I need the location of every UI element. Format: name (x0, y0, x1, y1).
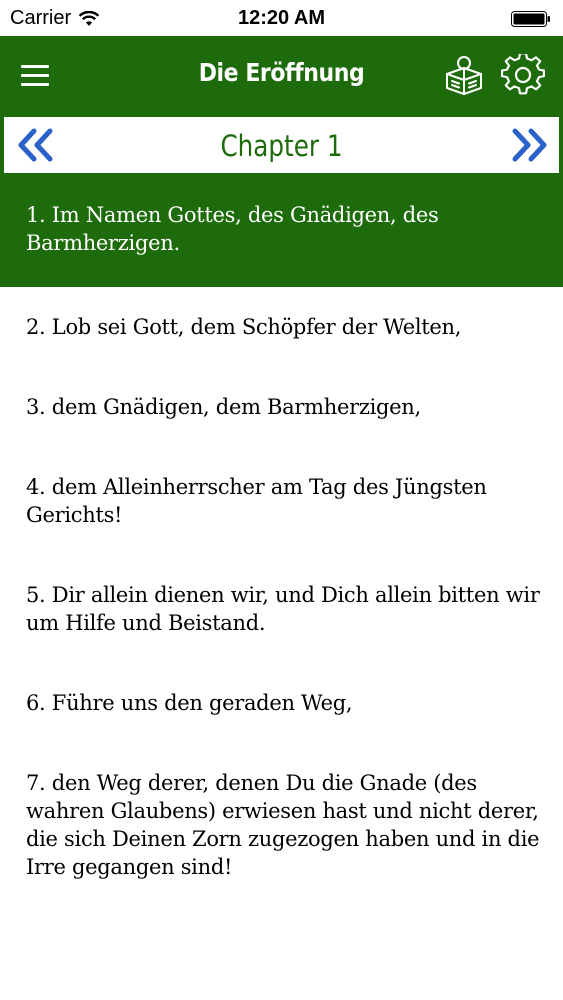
gear-icon (500, 52, 546, 95)
double-chevron-right-icon (512, 128, 547, 162)
book-reader-icon (446, 56, 482, 95)
chapter-panel: Chapter 1 (4, 117, 559, 173)
status-bar: Carrier 12:20 AM (0, 0, 563, 36)
verse-text: 4. dem Alleinherrscher am Tag des Jüngst… (26, 475, 487, 527)
verse-text: 2. Lob sei Gott, dem Schöpfer der Welten… (26, 315, 462, 339)
verse-item[interactable]: 5. Dir allein dienen wir, und Dich allei… (0, 555, 563, 663)
settings-button[interactable] (500, 52, 546, 96)
verse-item[interactable]: 6. Führe uns den geraden Weg, (0, 663, 563, 743)
chapter-navigation: Chapter 1 (0, 115, 563, 175)
verse-text: 3. dem Gnädigen, dem Barmherzigen, (26, 395, 421, 419)
chapter-title: Chapter 1 (220, 129, 343, 163)
verse-text: 6. Führe uns den geraden Weg, (26, 691, 353, 715)
verse-item[interactable]: 7. den Weg derer, denen Du die Gnade (de… (0, 743, 563, 907)
verse-text: 1. Im Namen Gottes, des Gnädigen, des Ba… (26, 203, 439, 255)
battery-icon (511, 11, 550, 27)
verse-item[interactable]: 2. Lob sei Gott, dem Schöpfer der Welten… (0, 287, 563, 367)
next-chapter-button[interactable] (509, 127, 549, 163)
verse-item[interactable]: 4. dem Alleinherrscher am Tag des Jüngst… (0, 447, 563, 555)
navigation-bar: Die Eröffnung (0, 36, 563, 115)
reader-button[interactable] (443, 54, 485, 96)
clock: 12:20 AM (237, 7, 326, 29)
verse-item-selected[interactable]: 1. Im Namen Gottes, des Gnädigen, des Ba… (0, 175, 563, 287)
verse-list: 1. Im Namen Gottes, des Gnädigen, des Ba… (0, 175, 563, 907)
verse-item[interactable]: 3. dem Gnädigen, dem Barmherzigen, (0, 367, 563, 447)
verse-text: 5. Dir allein dienen wir, und Dich allei… (26, 583, 540, 635)
verse-text: 7. den Weg derer, denen Du die Gnade (de… (26, 771, 540, 879)
